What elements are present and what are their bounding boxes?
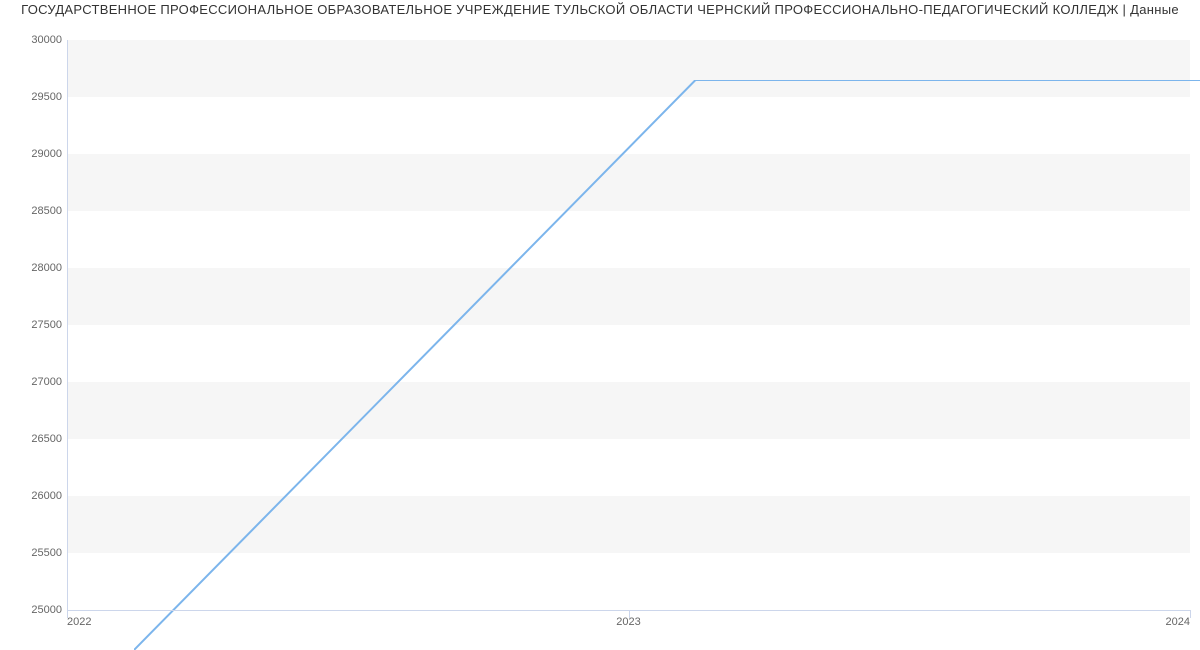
y-tick-label: 26000 [31, 490, 62, 502]
x-tick-mark [67, 610, 68, 618]
x-tick-mark [629, 610, 630, 618]
y-tick-label: 27500 [31, 319, 62, 331]
grid-band [67, 496, 1190, 553]
chart-title: ГОСУДАРСТВЕННОЕ ПРОФЕССИОНАЛЬНОЕ ОБРАЗОВ… [0, 2, 1200, 17]
y-tick-label: 30000 [31, 34, 62, 46]
plot-area [67, 40, 1190, 610]
chart-container: ГОСУДАРСТВЕННОЕ ПРОФЕССИОНАЛЬНОЕ ОБРАЗОВ… [0, 0, 1200, 650]
y-axis [67, 40, 68, 610]
grid-band [67, 40, 1190, 97]
y-tick-label: 28000 [31, 262, 62, 274]
x-tick-mark [1190, 610, 1191, 618]
y-tick-label: 25000 [31, 604, 62, 616]
y-tick-label: 29500 [31, 91, 62, 103]
grid-band [67, 382, 1190, 439]
y-tick-label: 28500 [31, 205, 62, 217]
y-tick-label: 27000 [31, 376, 62, 388]
y-tick-label: 26500 [31, 433, 62, 445]
x-tick-label: 2024 [1166, 616, 1190, 628]
y-tick-label: 29000 [31, 148, 62, 160]
y-tick-label: 25500 [31, 547, 62, 559]
x-tick-label: 2022 [67, 616, 91, 628]
grid-band [67, 154, 1190, 211]
grid-band [67, 268, 1190, 325]
